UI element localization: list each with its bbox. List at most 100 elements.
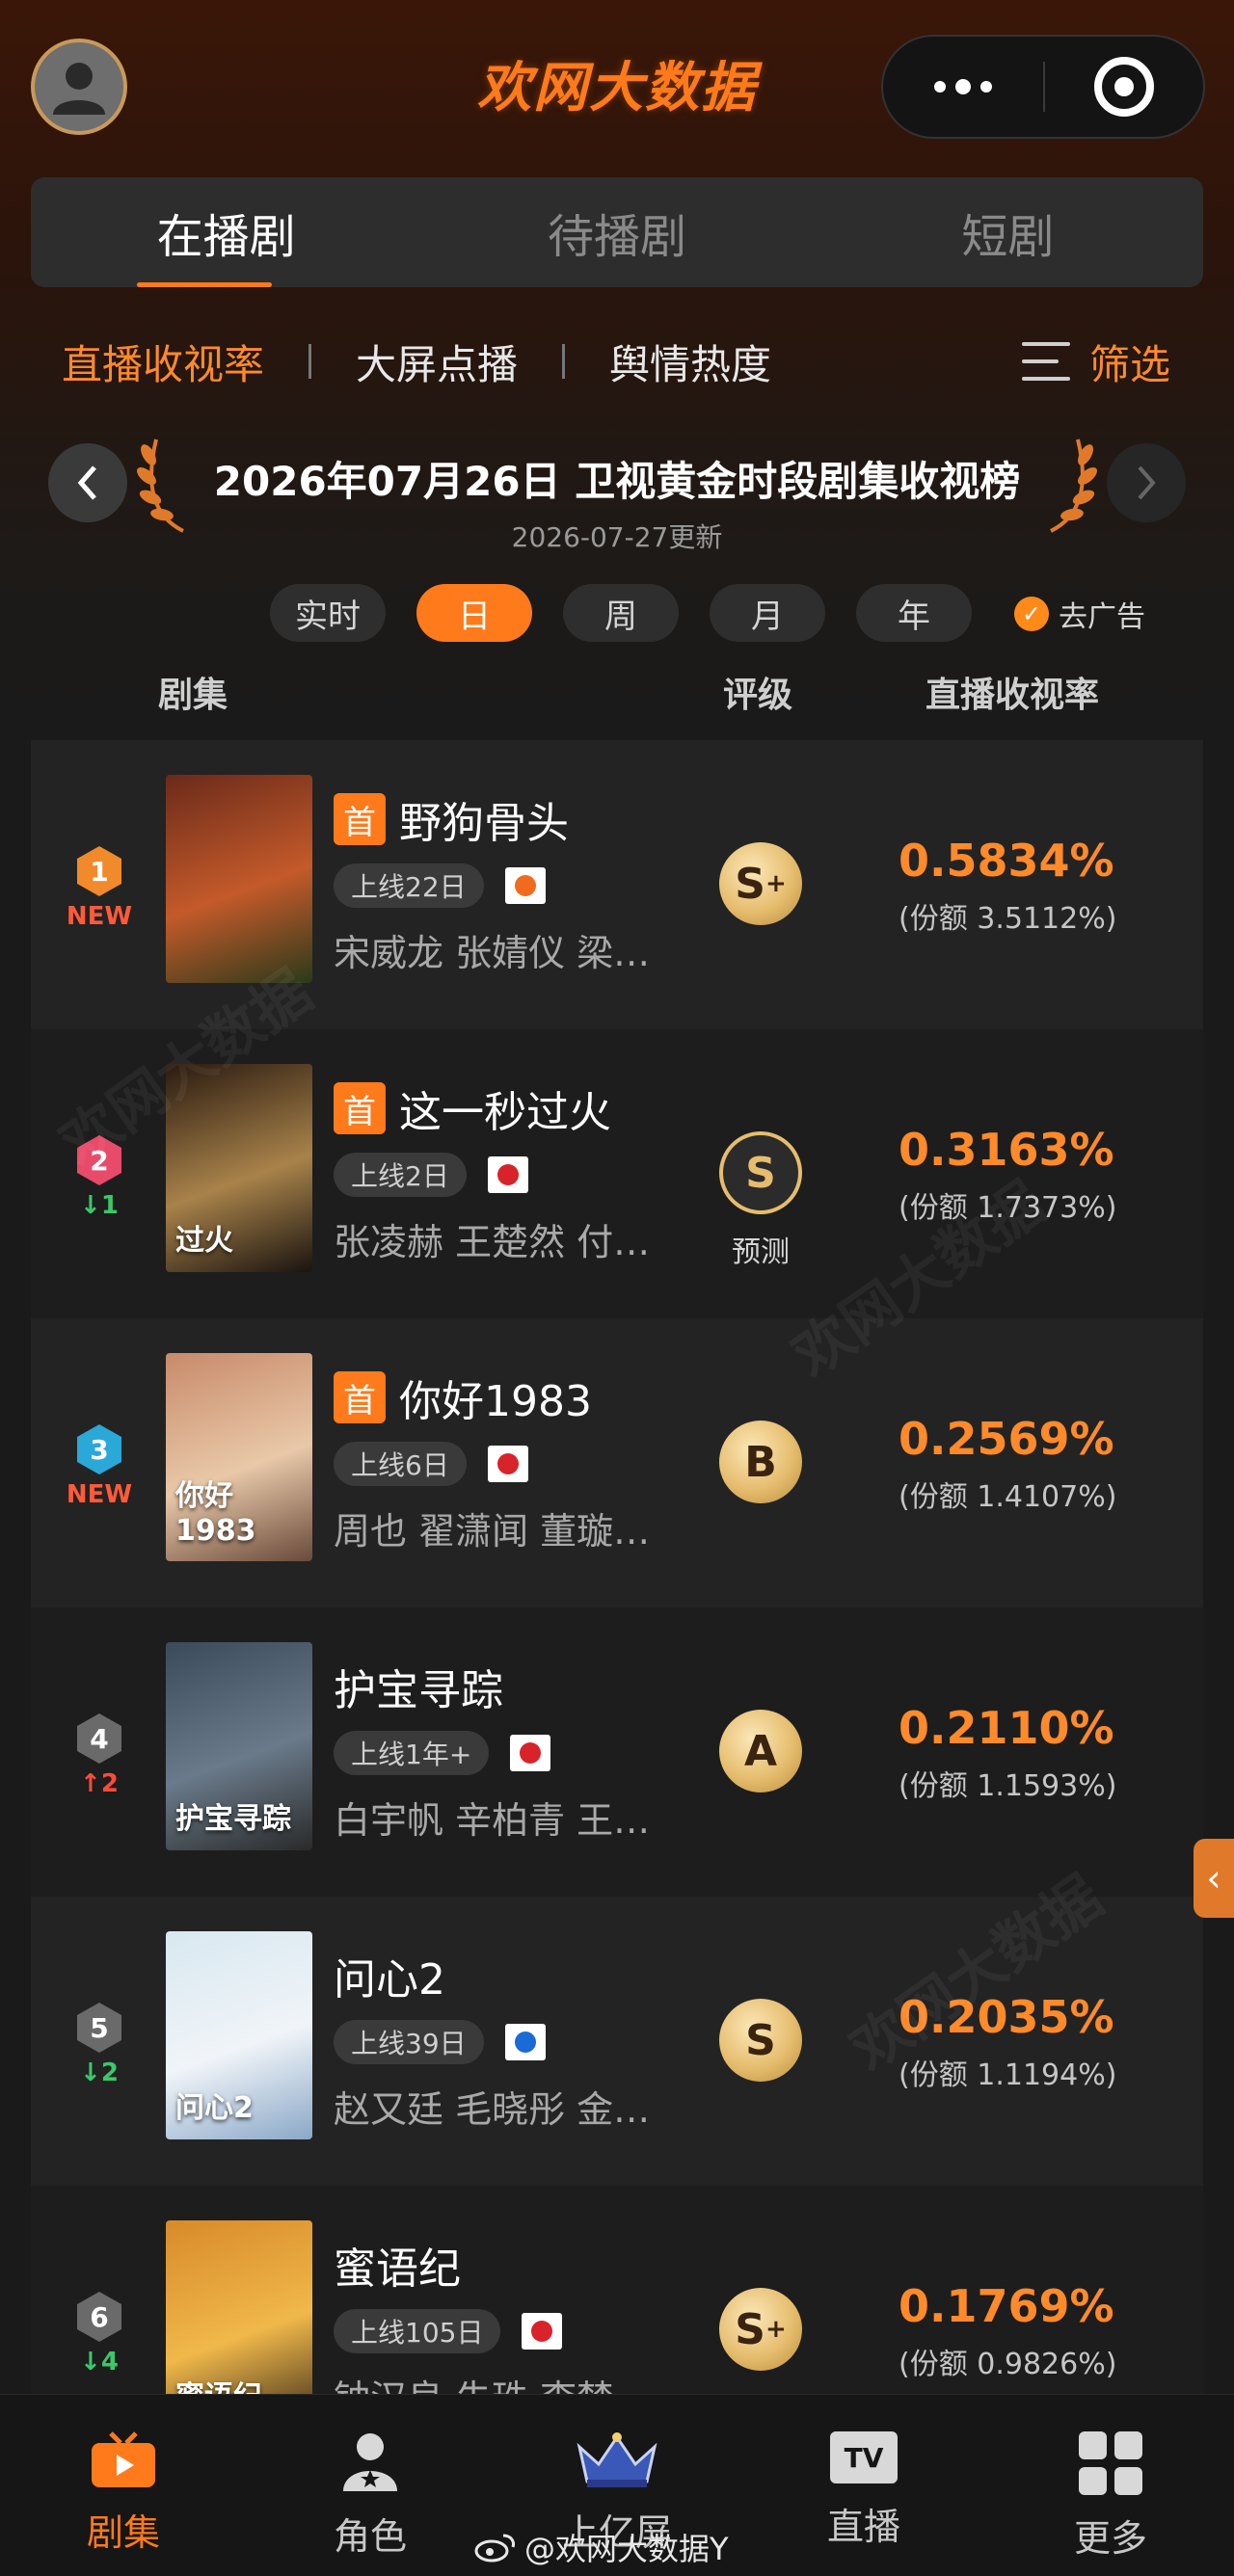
grade-plus: +: [765, 2315, 787, 2344]
audience-share: (份额 1.4107%): [899, 1480, 1117, 1514]
poster-title: 过火: [175, 1224, 233, 1258]
rank-change: ↓2: [66, 2058, 133, 2087]
more-menu-icon[interactable]: [883, 37, 1043, 137]
grid-more-icon: [1079, 2431, 1142, 2495]
tab-airing[interactable]: 在播剧: [31, 177, 421, 287]
grade-letter: S: [745, 1148, 776, 1198]
show-name: 你好1983: [399, 1377, 592, 1426]
period-month[interactable]: 月: [710, 584, 825, 642]
show-title[interactable]: 首这一秒过火: [334, 1077, 611, 1139]
table-row[interactable]: 5 ↓2 问心2 问心2 上线39日 赵又廷 毛晓彤 金… S 0.2035% …: [31, 1897, 1203, 2186]
period-week[interactable]: 周: [563, 584, 679, 642]
previous-date-button[interactable]: [48, 443, 127, 522]
weibo-icon: [474, 2534, 515, 2563]
show-title[interactable]: 问心2: [334, 1945, 445, 2006]
next-date-button[interactable]: [1107, 443, 1186, 522]
tab-short-drama[interactable]: 短剧: [813, 177, 1203, 287]
cast-list: 赵又廷 毛晓彤 金…: [334, 2088, 651, 2131]
tabbar-label: 直播: [826, 2506, 900, 2548]
rank-change-value: 1: [100, 1191, 119, 1220]
user-icon: [53, 63, 105, 115]
remove-ads-toggle[interactable]: ✓ 去广告: [1014, 590, 1145, 638]
tabbar-drama[interactable]: 剧集: [0, 2395, 247, 2576]
live-rating: 0.5834%: [899, 835, 1114, 887]
tabbar-role[interactable]: 角色: [247, 2395, 494, 2576]
rank-badge: 4: [77, 1713, 121, 1764]
online-days-badge: 上线1年+: [334, 1731, 490, 1775]
laurel-right-icon: [1050, 438, 1097, 533]
show-meta: 上线2日: [334, 1153, 528, 1197]
tab-upcoming[interactable]: 待播剧: [421, 177, 812, 287]
grade-plus: +: [765, 869, 787, 898]
rank-badge: 6: [77, 2292, 121, 2342]
period-day[interactable]: 日: [416, 584, 532, 642]
tv-play-icon: [92, 2431, 155, 2487]
online-days-badge: 上线22日: [334, 863, 484, 908]
rank-change: ↑2: [66, 1769, 133, 1798]
audience-share: (份额 0.9826%): [899, 2348, 1117, 2381]
rank-change: ↓4: [66, 2348, 133, 2377]
tabbar-more[interactable]: 更多: [987, 2395, 1234, 2576]
person-star-icon: [343, 2433, 397, 2491]
rank-change-value: 2: [100, 2058, 119, 2087]
zhejiang-tv-icon: [504, 2024, 546, 2060]
grade-letter: S: [735, 2304, 765, 2354]
rank-badge: 5: [77, 2003, 121, 2053]
chevron-right-icon: [1138, 465, 1156, 500]
poster-title: 问心2: [175, 2091, 254, 2125]
show-name: 护宝寻踪: [334, 1666, 503, 1715]
poster-image[interactable]: [166, 775, 312, 983]
subtab-vod[interactable]: 大屏点播: [356, 332, 518, 391]
ranking-title: 2026年07月26日 卫视黄金时段剧集收视榜: [213, 458, 1021, 505]
subtab-live-rating[interactable]: 直播收视率: [62, 332, 264, 391]
tabbar-label: 角色: [333, 2515, 407, 2558]
cast-list: 白宇帆 辛柏青 王…: [334, 1799, 651, 1842]
show-meta: 上线1年+: [334, 1731, 551, 1775]
tabbar-live[interactable]: TV 直播: [740, 2395, 987, 2576]
poster-image[interactable]: 问心2: [166, 1931, 312, 2139]
cast-list: 宋威龙 张婧仪 梁…: [334, 932, 651, 974]
rank-change-arrow: ↓: [80, 1191, 101, 1220]
rank-change-value: NEW: [66, 1480, 133, 1509]
live-rating: 0.2035%: [899, 1991, 1114, 2043]
period-year[interactable]: 年: [856, 584, 972, 642]
rank-change-value: 2: [100, 1769, 119, 1798]
audience-share: (份额 3.5112%): [899, 902, 1117, 936]
show-title[interactable]: 首你好1983: [334, 1367, 592, 1428]
show-name: 问心2: [334, 1955, 445, 2005]
show-title[interactable]: 护宝寻踪: [334, 1656, 503, 1717]
column-header-show: 剧集: [158, 676, 228, 715]
show-title[interactable]: 蜜语纪: [334, 2234, 461, 2296]
subtab-divider: [308, 344, 312, 379]
premiere-tag: 首: [334, 1082, 386, 1134]
table-row[interactable]: 1 NEW 首野狗骨头 上线22日 宋威龙 张婧仪 梁… S + 0.5834% …: [31, 740, 1203, 1029]
poster-title: 护宝寻踪: [175, 1802, 291, 1836]
rank-badge: 2: [77, 1135, 121, 1185]
rank-badge: 3: [77, 1424, 121, 1474]
poster-image[interactable]: 护宝寻踪: [166, 1642, 312, 1850]
period-realtime[interactable]: 实时: [270, 584, 386, 642]
show-title[interactable]: 首野狗骨头: [334, 788, 569, 850]
filter-button[interactable]: 筛选: [1022, 328, 1170, 395]
table-row[interactable]: 3 NEW 你好1983 首你好1983 上线6日 周也 翟潇闻 董璇… B 0…: [31, 1318, 1203, 1607]
poster-image[interactable]: 过火: [166, 1064, 312, 1272]
grade-badge: S +: [719, 2288, 802, 2371]
rank-change-value: 4: [100, 2348, 119, 2377]
show-meta: 上线22日: [334, 863, 546, 908]
ranking-list: 1 NEW 首野狗骨头 上线22日 宋威龙 张婧仪 梁… S + 0.5834% …: [31, 740, 1203, 2475]
filter-label: 筛选: [1089, 340, 1171, 388]
column-header-rating: 直播收视率: [926, 676, 1100, 715]
online-days-badge: 上线2日: [334, 1153, 467, 1197]
subtab-buzz[interactable]: 舆情热度: [609, 332, 771, 391]
subtab-divider: [562, 344, 566, 379]
avatar[interactable]: [31, 39, 127, 135]
online-days-badge: 上线6日: [334, 1442, 467, 1486]
table-row[interactable]: 4 ↑2 护宝寻踪 护宝寻踪 上线1年+ 白宇帆 辛柏青 王… A 0.2110…: [31, 1607, 1203, 1897]
grade-letter: S: [735, 859, 765, 909]
poster-image[interactable]: 你好1983: [166, 1353, 312, 1561]
side-drawer-handle[interactable]: ‹: [1194, 1839, 1234, 1918]
grade-predict-label: 预测: [732, 1235, 790, 1269]
table-row[interactable]: 2 ↓1 过火 首这一秒过火 上线2日 张凌赫 王楚然 付… S 预测 0.31…: [31, 1029, 1203, 1318]
live-rating: 0.1769%: [899, 2280, 1114, 2332]
close-miniapp-icon[interactable]: [1045, 37, 1203, 137]
